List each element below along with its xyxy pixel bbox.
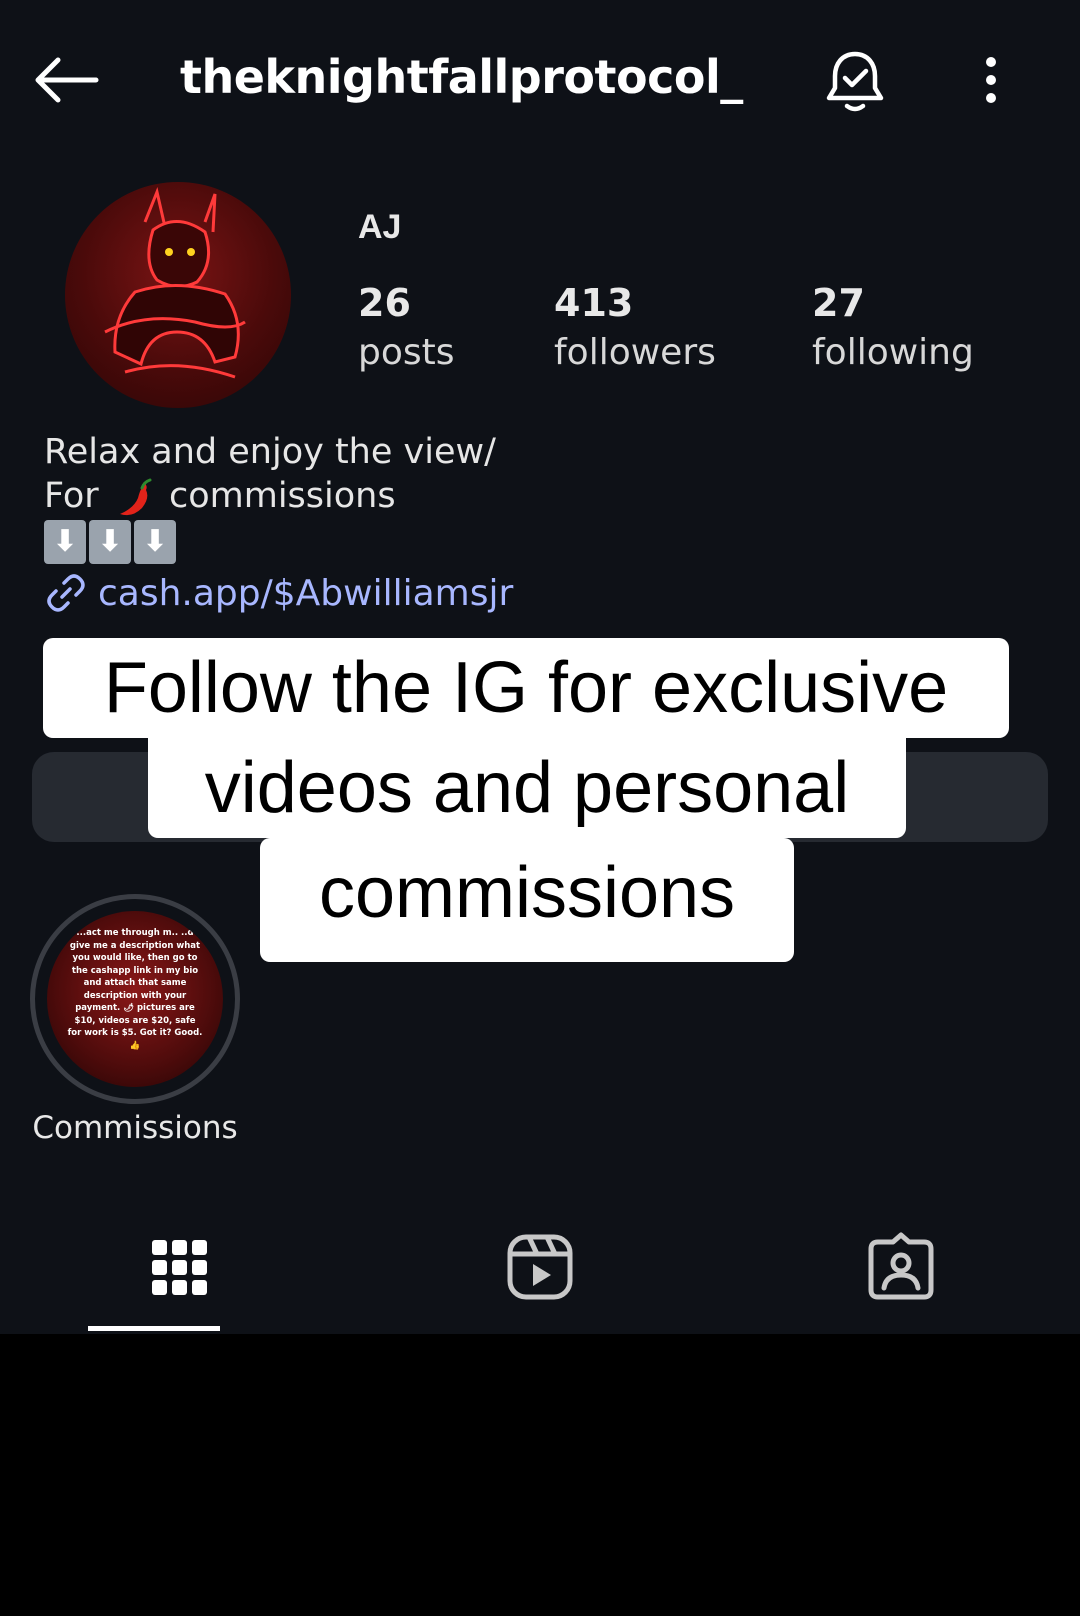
active-tab-indicator — [88, 1326, 220, 1331]
bio-line-2: For commissions — [44, 474, 496, 518]
bell-check-icon — [826, 51, 884, 112]
chili-pepper-icon — [119, 478, 152, 516]
highlight-label: Commissions — [32, 1110, 238, 1146]
bio-line-2-suffix: commissions — [168, 476, 396, 516]
tab-tagged[interactable] — [866, 1232, 936, 1302]
top-bar: theknightfallprotocol_ — [0, 40, 1080, 120]
bio-link[interactable]: cash.app/$Abwilliamsjr — [44, 568, 513, 618]
more-options-button[interactable] — [966, 50, 1016, 110]
tagged-icon — [868, 1232, 934, 1300]
posts-count: 26 — [358, 281, 411, 325]
link-icon — [47, 574, 85, 612]
reels-icon — [507, 1234, 573, 1300]
posts-label: posts — [358, 332, 455, 373]
profile-username: theknightfallprotocol_ — [180, 50, 743, 104]
down-arrow-icon: ⬇ — [44, 520, 86, 564]
blacked-out-region — [0, 1334, 1080, 1616]
bio-line-2-prefix: For — [44, 476, 99, 516]
profile-display-name: AJ — [358, 208, 402, 246]
story-highlight-commissions[interactable]: ...act me through m.. ..d give me a desc… — [30, 894, 240, 1104]
tab-reels[interactable] — [505, 1232, 575, 1302]
demon-figure-avatar-image — [104, 186, 246, 379]
kebab-menu-icon — [986, 57, 996, 103]
bio-line-1: Relax and enjoy the view/ — [44, 432, 496, 472]
back-button[interactable] — [30, 54, 102, 106]
followers-count: 413 — [554, 281, 634, 325]
bio-link-text: cash.app/$Abwilliamsjr — [98, 572, 514, 614]
down-arrow-icon: ⬇ — [134, 520, 176, 564]
tab-posts-grid[interactable] — [144, 1232, 214, 1302]
overlay-caption-line-3: commissions — [260, 838, 794, 962]
followers-stat[interactable]: 413 followers — [554, 280, 716, 380]
overlay-caption-line-2: videos and personal — [148, 738, 906, 838]
highlight-cover: ...act me through m.. ..d give me a desc… — [47, 911, 223, 1087]
highlight-cover-text: ...act me through m.. ..d give me a desc… — [67, 928, 203, 1051]
back-arrow-icon — [35, 57, 99, 103]
posts-stat[interactable]: 26 posts — [358, 280, 455, 380]
grid-icon — [152, 1240, 207, 1295]
notifications-button[interactable] — [820, 46, 890, 116]
profile-avatar[interactable] — [65, 182, 291, 408]
following-count: 27 — [812, 281, 865, 325]
overlay-caption-line-1: Follow the IG for exclusive — [43, 638, 1009, 738]
following-stat[interactable]: 27 following — [812, 280, 974, 380]
bio-arrow-emojis: ⬇ ⬇ ⬇ — [44, 520, 176, 564]
profile-bio: Relax and enjoy the view/ For commission… — [44, 430, 496, 518]
profile-screen: theknightfallprotocol_ AJ 26 posts 413 f… — [0, 0, 1080, 1336]
following-label: following — [812, 332, 974, 373]
down-arrow-icon: ⬇ — [89, 520, 131, 564]
followers-label: followers — [554, 332, 716, 373]
